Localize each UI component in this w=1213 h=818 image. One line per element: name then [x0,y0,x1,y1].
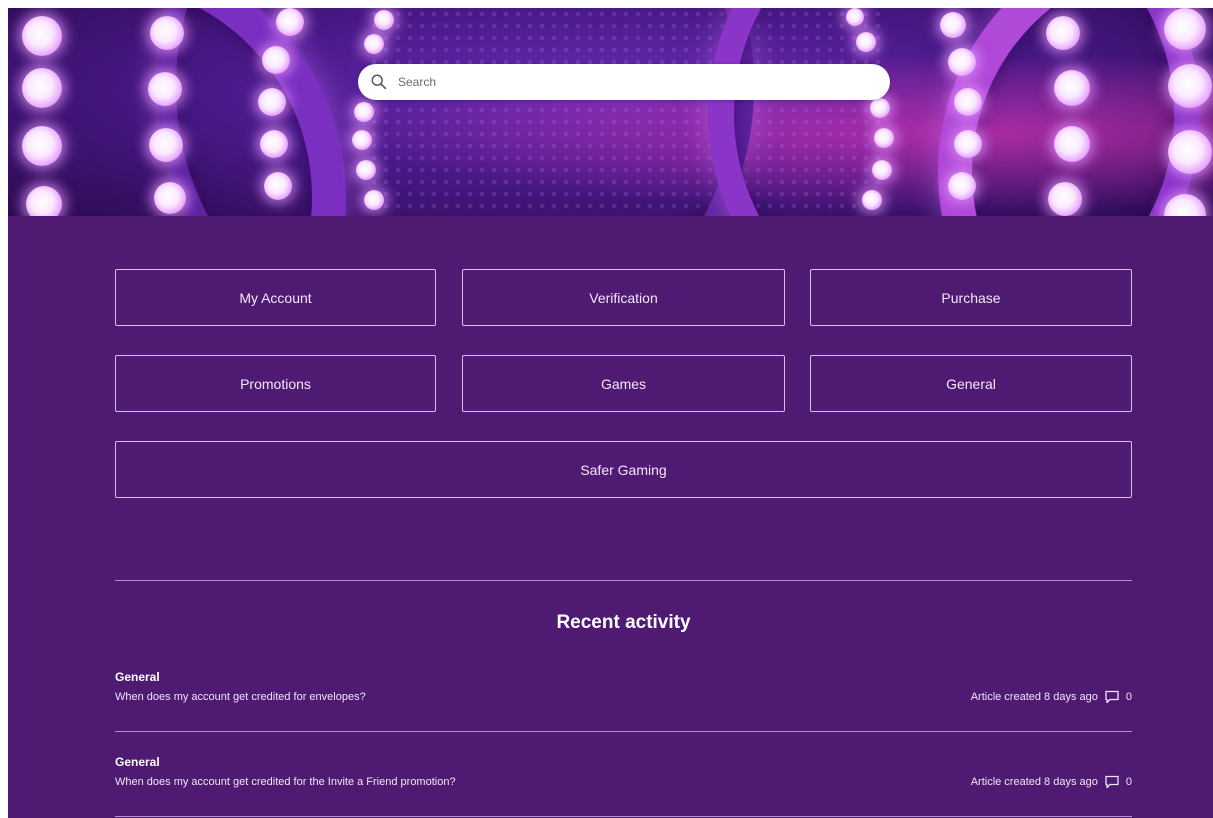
activity-section[interactable]: General [115,755,160,769]
hero-light-ring [158,8,754,216]
category-general[interactable]: General [810,355,1132,412]
item-divider [115,816,1132,817]
comment-icon [1105,690,1119,704]
comment-icon [1105,775,1119,789]
marquee-bulb [154,182,186,214]
recent-activity-heading: Recent activity [556,612,691,633]
marquee-bulb [954,88,982,116]
marquee-bulb [948,172,976,200]
marquee-bulb [1046,16,1080,50]
category-safer-gaming[interactable]: Safer Gaming [115,441,1132,498]
marquee-bulb [356,160,376,180]
marquee-bulb [1054,70,1090,106]
section-divider [115,580,1132,581]
marquee-bulb [1164,8,1206,50]
marquee-bulb [22,68,62,108]
activity-section[interactable]: General [115,670,160,684]
marquee-bulb [364,190,384,210]
hero-banner [8,8,1213,216]
help-center-page: My Account Verification Purchase Promoti… [8,8,1213,818]
marquee-bulb [856,32,876,52]
activity-article-link[interactable]: When does my account get credited for en… [115,691,366,703]
search-icon [371,74,387,90]
marquee-bulb [276,8,304,36]
marquee-bulb [1048,182,1082,216]
marquee-bulb [149,128,183,162]
marquee-bulb [374,10,394,30]
marquee-bulb [258,88,286,116]
marquee-bulb [260,130,288,158]
activity-meta: Article created 8 days ago 0 [971,775,1132,789]
item-divider [115,731,1132,732]
category-my-account[interactable]: My Account [115,269,436,326]
marquee-bulb [1054,126,1090,162]
marquee-bulb [872,160,892,180]
marquee-bulb [862,190,882,210]
marquee-bulb [264,172,292,200]
marquee-bulb [352,130,372,150]
marquee-bulb [940,12,966,38]
marquee-bulb [22,16,62,56]
activity-meta: Article created 8 days ago 0 [971,690,1132,704]
search-bar[interactable] [358,64,890,100]
search-input[interactable] [396,74,890,90]
activity-item: General When does my account get credite… [115,670,1132,710]
marquee-bulb [870,98,890,118]
activity-meta-text: Article created 8 days ago [970,691,1098,703]
activity-article-link[interactable]: When does my account get credited for th… [115,776,456,788]
comment-count: 0 [1125,776,1132,788]
marquee-bulb [874,128,894,148]
category-purchase[interactable]: Purchase [810,269,1132,326]
marquee-bulb [1168,64,1212,108]
marquee-bulb [150,16,184,50]
activity-item: General When does my account get credite… [115,755,1132,795]
marquee-bulb [948,48,976,76]
marquee-bulb [954,130,982,158]
marquee-bulb [846,8,864,26]
comment-count: 0 [1125,691,1132,703]
category-promotions[interactable]: Promotions [115,355,436,412]
marquee-bulb [354,102,374,122]
marquee-bulb [148,72,182,106]
marquee-bulb [26,186,62,216]
activity-meta-text: Article created 8 days ago [970,776,1098,788]
category-games[interactable]: Games [462,355,785,412]
marquee-bulb [22,126,62,166]
marquee-bulb [364,34,384,54]
marquee-bulb [1168,130,1212,174]
marquee-bulb [262,46,290,74]
category-verification[interactable]: Verification [462,269,785,326]
